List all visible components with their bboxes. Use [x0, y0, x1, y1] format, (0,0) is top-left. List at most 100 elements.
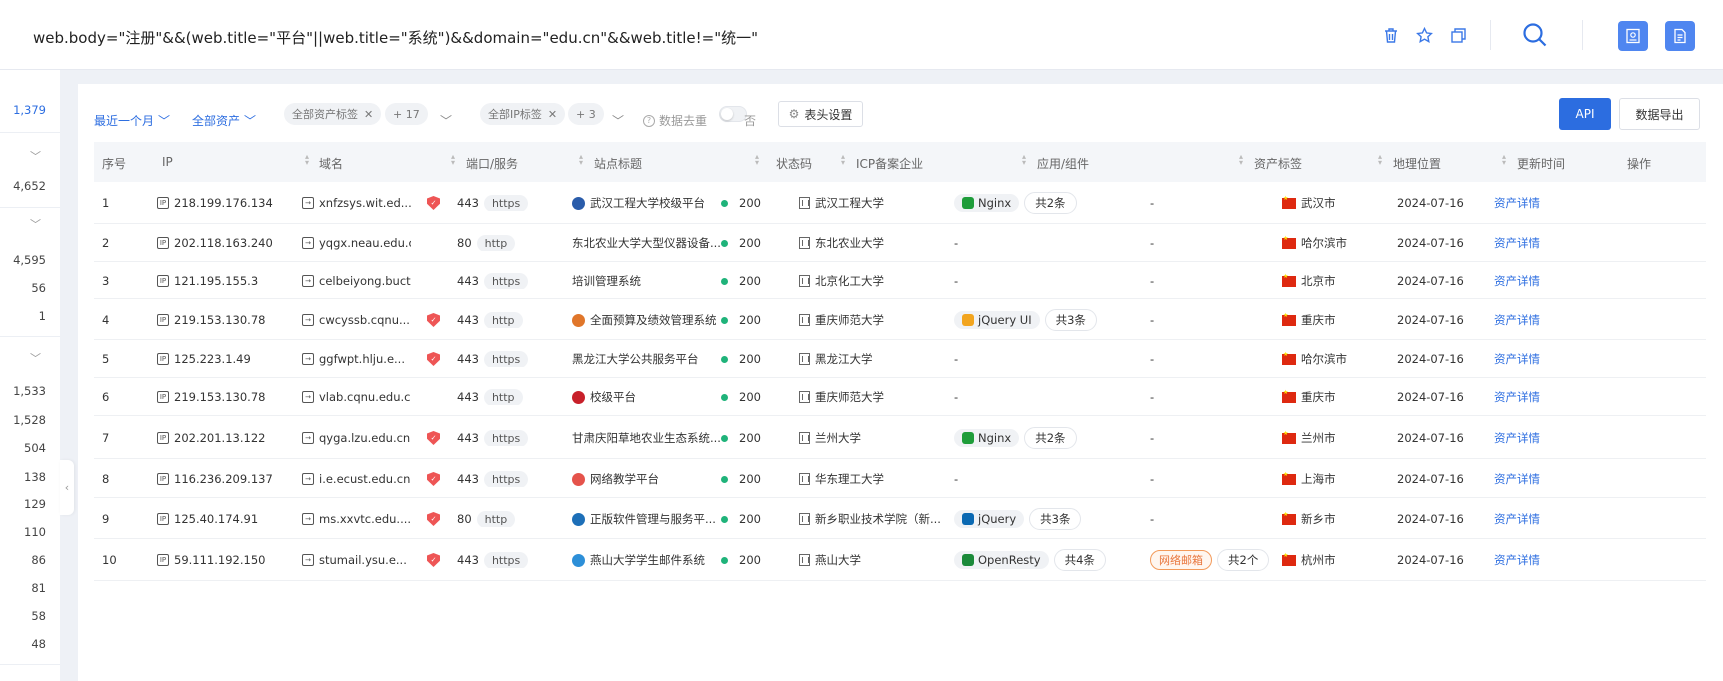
close-icon[interactable]: ✕: [548, 108, 557, 121]
sort-icon[interactable]: ▴ ▾: [1502, 153, 1508, 167]
column-header[interactable]: 资产标签: [1254, 155, 1302, 172]
column-header[interactable]: 地理位置: [1393, 155, 1441, 172]
component-count[interactable]: 共2条: [1024, 427, 1077, 449]
asset-detail-link[interactable]: 资产详情: [1494, 552, 1540, 568]
component-pill[interactable]: jQuery UI: [954, 311, 1040, 329]
asset-tag-badge[interactable]: 网络邮箱: [1150, 550, 1212, 570]
sidebar-count[interactable]: 1,533: [13, 384, 46, 398]
domain-value[interactable]: celbeiyong.buct.e...: [319, 274, 411, 288]
sort-icon[interactable]: ▴ ▾: [841, 153, 847, 167]
component-pill[interactable]: Nginx: [954, 429, 1020, 447]
domain-value[interactable]: yqgx.neau.edu.cn: [319, 236, 411, 250]
chevron-down-icon[interactable]: ﹀: [30, 148, 41, 164]
component-count[interactable]: 共3条: [1029, 508, 1082, 530]
sort-icon[interactable]: ▴ ▾: [451, 153, 457, 167]
asset-detail-link[interactable]: 资产详情: [1494, 312, 1540, 328]
sidebar-count[interactable]: 58: [31, 609, 46, 623]
asset-detail-link[interactable]: 资产详情: [1494, 430, 1540, 446]
asset-detail-link[interactable]: 资产详情: [1494, 511, 1540, 527]
star-icon[interactable]: [1413, 24, 1435, 46]
sidebar-count[interactable]: 56: [31, 281, 46, 295]
search-icon[interactable]: [1521, 21, 1549, 49]
asset-detail-link[interactable]: 资产详情: [1494, 235, 1540, 251]
domain-value[interactable]: qyga.lzu.edu.cn: [319, 431, 410, 445]
api-button[interactable]: API: [1559, 98, 1611, 130]
asset-filter[interactable]: 全部资产 ﹀: [192, 112, 256, 129]
ip-value[interactable]: 125.40.174.91: [174, 512, 258, 526]
sidebar-count[interactable]: 110: [24, 525, 46, 539]
component-pill[interactable]: jQuery: [954, 510, 1025, 528]
ip-value[interactable]: 59.111.192.150: [174, 553, 265, 567]
copy-icon[interactable]: [1447, 24, 1469, 46]
column-header[interactable]: 应用/组件: [1037, 155, 1089, 172]
ip-value[interactable]: 202.201.13.122: [174, 431, 265, 445]
column-header[interactable]: 更新时间: [1517, 155, 1565, 172]
column-header[interactable]: 端口/服务: [466, 155, 518, 172]
component-count[interactable]: 共2条: [1024, 192, 1077, 214]
sort-icon[interactable]: ▴ ▾: [579, 153, 585, 167]
time-filter[interactable]: 最近一个月 ﹀: [94, 112, 170, 129]
component-pill[interactable]: OpenResty: [954, 551, 1049, 569]
ip-value[interactable]: 116.236.209.137: [174, 472, 273, 486]
sort-icon[interactable]: ▴ ▾: [1378, 153, 1384, 167]
chevron-down-icon[interactable]: ﹀: [440, 112, 452, 129]
ip-value[interactable]: 202.118.163.240: [174, 236, 273, 250]
dedup-toggle[interactable]: [719, 106, 747, 122]
component-count[interactable]: 共4条: [1053, 549, 1106, 571]
asset-tag-more[interactable]: + 17: [385, 103, 428, 125]
trash-icon[interactable]: [1380, 24, 1402, 46]
chevron-down-icon[interactable]: ﹀: [612, 112, 624, 129]
column-header[interactable]: ICP备案企业: [856, 155, 923, 172]
sort-icon[interactable]: ▴ ▾: [1239, 153, 1245, 167]
chevron-down-icon[interactable]: ﹀: [30, 350, 41, 366]
sidebar-count[interactable]: 129: [24, 497, 46, 511]
close-icon[interactable]: ✕: [364, 108, 373, 121]
asset-detail-link[interactable]: 资产详情: [1494, 273, 1540, 289]
asset-tag-count[interactable]: 共2个: [1217, 549, 1270, 571]
column-header[interactable]: 状态码: [776, 155, 812, 172]
sidebar-count[interactable]: 81: [31, 581, 46, 595]
column-header[interactable]: IP: [162, 155, 173, 169]
ip-value[interactable]: 121.195.155.3: [174, 274, 258, 288]
export-button[interactable]: 数据导出: [1619, 98, 1700, 130]
domain-value[interactable]: vlab.cqnu.edu.cn: [319, 390, 411, 404]
ip-value[interactable]: 125.223.1.49: [174, 352, 251, 366]
sidebar-count[interactable]: 86: [31, 553, 46, 567]
domain-value[interactable]: i.e.ecust.edu.cn: [319, 472, 410, 486]
asset-detail-link[interactable]: 资产详情: [1494, 195, 1540, 211]
asset-detail-link[interactable]: 资产详情: [1494, 389, 1540, 405]
ip-tag-chip[interactable]: 全部IP标签 ✕: [480, 103, 566, 125]
component-count[interactable]: 共3条: [1044, 309, 1097, 331]
ip-tag-more[interactable]: + 3: [568, 103, 604, 125]
ip-value[interactable]: 219.153.130.78: [174, 313, 265, 327]
domain-value[interactable]: xnfzsys.wit.ed...: [319, 196, 411, 210]
ip-value[interactable]: 218.199.176.134: [174, 196, 273, 210]
book-icon[interactable]: [1618, 21, 1648, 51]
column-header[interactable]: 域名: [319, 155, 343, 172]
domain-value[interactable]: ggfwpt.hlju.e...: [319, 352, 405, 366]
sort-icon[interactable]: ▴ ▾: [755, 153, 761, 167]
ip-value[interactable]: 219.153.130.78: [174, 390, 265, 404]
sidebar-count[interactable]: 504: [24, 441, 46, 455]
component-pill[interactable]: Nginx: [954, 194, 1020, 212]
sidebar-collapse-toggle[interactable]: ‹: [60, 460, 74, 515]
sidebar-count[interactable]: 1,379: [13, 103, 46, 117]
domain-value[interactable]: cwcyssb.cqnu...: [319, 313, 410, 327]
sidebar-count[interactable]: 4,595: [13, 253, 46, 267]
chevron-down-icon[interactable]: ﹀: [30, 216, 41, 232]
sidebar-count[interactable]: 48: [31, 637, 46, 651]
sort-icon[interactable]: ▴ ▾: [305, 153, 311, 167]
sidebar-count[interactable]: 138: [24, 470, 46, 484]
column-header[interactable]: 站点标题: [594, 155, 642, 172]
help-icon[interactable]: ?: [643, 114, 655, 127]
domain-value[interactable]: stumail.ysu.e...: [319, 553, 407, 567]
asset-tag-chip[interactable]: 全部资产标签 ✕: [284, 103, 382, 125]
asset-detail-link[interactable]: 资产详情: [1494, 471, 1540, 487]
sidebar-count[interactable]: 1: [39, 309, 46, 323]
document-icon[interactable]: [1665, 21, 1695, 51]
header-settings-button[interactable]: ⚙ 表头设置: [778, 101, 863, 127]
search-query-input[interactable]: web.body="注册"&&(web.title="平台"||web.titl…: [33, 27, 758, 48]
sort-icon[interactable]: ▴ ▾: [1022, 153, 1028, 167]
sidebar-count[interactable]: 1,528: [13, 413, 46, 427]
asset-detail-link[interactable]: 资产详情: [1494, 351, 1540, 367]
